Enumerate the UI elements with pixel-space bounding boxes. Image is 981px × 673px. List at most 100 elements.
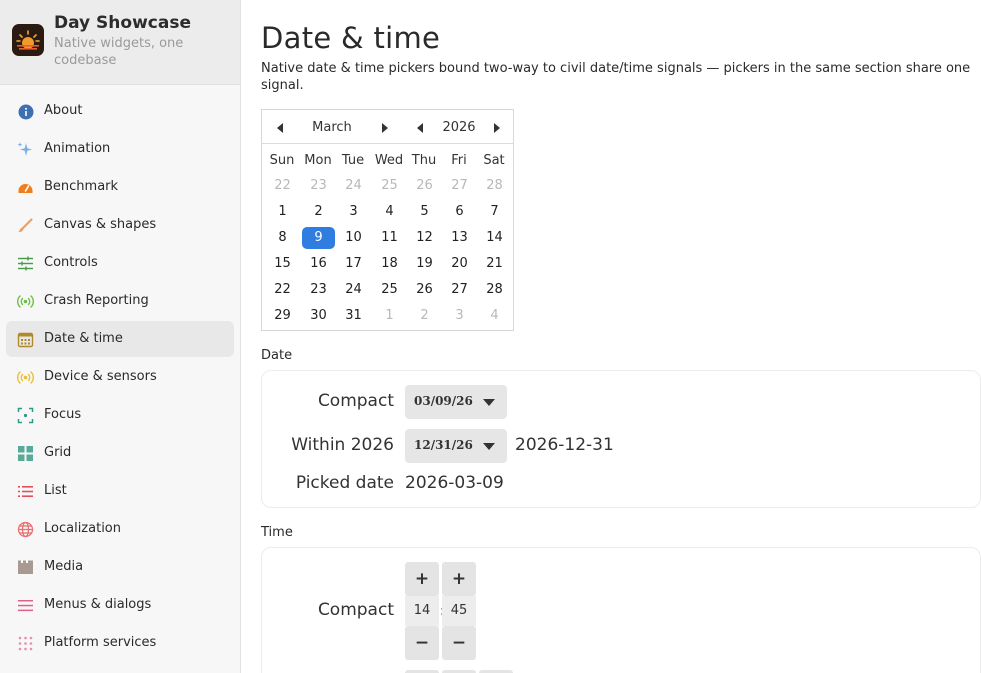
- minute-decrement-button[interactable]: −: [442, 626, 476, 660]
- calendar-day[interactable]: 31: [337, 305, 370, 327]
- calendar-day[interactable]: 23: [302, 279, 335, 301]
- sidebar-item-focus[interactable]: Focus: [6, 397, 234, 433]
- hour-decrement-button[interactable]: −: [405, 626, 439, 660]
- sidebar-item-label: Focus: [44, 407, 82, 422]
- weekday-header: Wed: [374, 153, 404, 168]
- calendar-day-outside[interactable]: 23: [302, 175, 335, 197]
- calendar-day[interactable]: 3: [337, 201, 370, 223]
- sidebar-item-localization[interactable]: Localization: [6, 511, 234, 547]
- compact-time-row-label: Compact: [262, 600, 394, 624]
- calendar-day[interactable]: 26: [408, 279, 441, 301]
- calendar-day[interactable]: 19: [408, 253, 441, 275]
- calendar-day[interactable]: 21: [478, 253, 511, 275]
- minute-increment-button[interactable]: +: [442, 562, 476, 596]
- calendar-day[interactable]: 14: [478, 227, 511, 249]
- calendar-day[interactable]: 29: [266, 305, 299, 327]
- calendar-day[interactable]: 24: [337, 279, 370, 301]
- calendar-day[interactable]: 6: [443, 201, 476, 223]
- calendar-icon: [17, 331, 34, 348]
- sidebar-item-label: About: [44, 103, 83, 118]
- sidebar-item-canvas-shapes[interactable]: Canvas & shapes: [6, 207, 234, 243]
- sidebar-item-label: Grid: [44, 445, 72, 460]
- calendar-day-outside[interactable]: 22: [266, 175, 299, 197]
- info-icon: [17, 103, 34, 120]
- calendar-day[interactable]: 30: [302, 305, 335, 327]
- calendar-day[interactable]: 8: [266, 227, 299, 249]
- calendar-day[interactable]: 4: [373, 201, 406, 223]
- calendar-day-outside[interactable]: 24: [337, 175, 370, 197]
- sidebar-item-label: Date & time: [44, 331, 123, 346]
- sidebar-item-controls[interactable]: Controls: [6, 245, 234, 281]
- sidebar-item-grid[interactable]: Grid: [6, 435, 234, 471]
- time-card: Compact + 14 − : + 45 −: [261, 547, 981, 673]
- calendar-day[interactable]: 28: [478, 279, 511, 301]
- calendar-day[interactable]: 12: [408, 227, 441, 249]
- calendar-day-outside[interactable]: 3: [443, 305, 476, 327]
- sidebar-item-animation[interactable]: Animation: [6, 131, 234, 167]
- calendar-day-selected[interactable]: 9: [302, 227, 335, 249]
- calendar-day-outside[interactable]: 2: [408, 305, 441, 327]
- sidebar-item-platform-services[interactable]: Platform services: [6, 625, 234, 661]
- sidebar-header: Day Showcase Native widgets, one codebas…: [0, 0, 240, 85]
- calendar-day-outside[interactable]: 26: [408, 175, 441, 197]
- dots-grid-icon: [17, 635, 34, 652]
- calendar-day[interactable]: 22: [266, 279, 299, 301]
- app-title: Day Showcase: [54, 13, 191, 33]
- calendar-day[interactable]: 1: [266, 201, 299, 223]
- prev-month-button[interactable]: [274, 120, 288, 134]
- app-window: Day Showcase Native widgets, one codebas…: [0, 0, 981, 673]
- grid-icon: [17, 445, 34, 462]
- calendar-day-outside[interactable]: 27: [443, 175, 476, 197]
- brush-icon: [17, 217, 34, 234]
- prev-year-button[interactable]: [414, 120, 428, 134]
- calendar-day[interactable]: 15: [266, 253, 299, 275]
- weekday-header: Fri: [451, 153, 467, 168]
- date-section-label: Date: [261, 348, 293, 363]
- weekday-header: Thu: [411, 153, 437, 168]
- calendar-day[interactable]: 2: [302, 201, 335, 223]
- calendar-day[interactable]: 27: [443, 279, 476, 301]
- hour-value[interactable]: 14: [405, 596, 439, 626]
- calendar-day[interactable]: 11: [373, 227, 406, 249]
- calendar-day[interactable]: 10: [337, 227, 370, 249]
- calendar-day[interactable]: 7: [478, 201, 511, 223]
- calendar-day-outside[interactable]: 28: [478, 175, 511, 197]
- sparkles-icon: [17, 141, 34, 158]
- sidebar-item-about[interactable]: About: [6, 93, 234, 129]
- calendar-day[interactable]: 5: [408, 201, 441, 223]
- compact-date-picker[interactable]: 03/09/26: [405, 385, 507, 419]
- calendar-day[interactable]: 16: [302, 253, 335, 275]
- calendar-day-outside[interactable]: 1: [373, 305, 406, 327]
- weekday-header: Sun: [269, 153, 295, 168]
- weekday-header: Tue: [341, 153, 365, 168]
- calendar-day[interactable]: 13: [443, 227, 476, 249]
- calendar-day[interactable]: 25: [373, 279, 406, 301]
- sidebar-item-menus-dialogs[interactable]: Menus & dialogs: [6, 587, 234, 623]
- calendar-day[interactable]: 17: [337, 253, 370, 275]
- calendar-day[interactable]: 18: [373, 253, 406, 275]
- sidebar-item-crash-reporting[interactable]: Crash Reporting: [6, 283, 234, 319]
- next-year-button[interactable]: [489, 120, 503, 134]
- within-2026-label: Within 2026: [291, 435, 394, 455]
- sidebar-item-label: List: [44, 483, 67, 498]
- next-month-button[interactable]: [377, 120, 391, 134]
- sidebar-item-list[interactable]: List: [6, 473, 234, 509]
- main-content: Date & time Native date & time pickers b…: [241, 0, 981, 673]
- within-date-row-label: Within 2026: [262, 435, 394, 459]
- calendar-day-outside[interactable]: 25: [373, 175, 406, 197]
- menu-icon: [17, 597, 34, 614]
- focus-icon: [17, 407, 34, 424]
- minute-value[interactable]: 45: [442, 596, 476, 626]
- calendar-day[interactable]: 20: [443, 253, 476, 275]
- chevron-right-icon: [494, 123, 500, 133]
- hour-increment-button[interactable]: +: [405, 562, 439, 596]
- sidebar-item-device-sensors[interactable]: Device & sensors: [6, 359, 234, 395]
- calendar-day-outside[interactable]: 4: [478, 305, 511, 327]
- picked-date-value: 2026-03-09: [405, 473, 504, 493]
- picked-date-label: Picked date: [295, 473, 394, 493]
- sidebar-item-media[interactable]: Media: [6, 549, 234, 585]
- within-2026-picker[interactable]: 12/31/26: [405, 429, 507, 463]
- sidebar-item-label: Menus & dialogs: [44, 597, 152, 612]
- sidebar-item-benchmark[interactable]: Benchmark: [6, 169, 234, 205]
- sidebar-item-date-time[interactable]: Date & time: [6, 321, 234, 357]
